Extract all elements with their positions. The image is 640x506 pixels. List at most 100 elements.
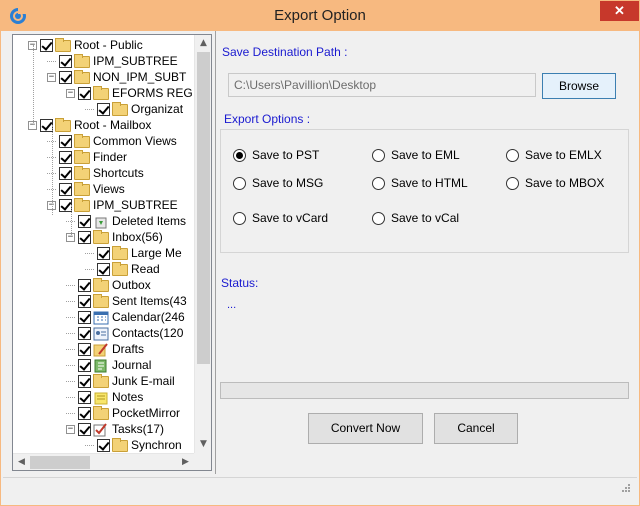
radio-label[interactable]: Save to vCard [252,211,328,225]
radio-label[interactable]: Save to MBOX [525,176,604,190]
tree-node[interactable]: Views [47,181,125,197]
node-checkbox[interactable] [78,310,91,324]
export-format-radio[interactable]: Save to MBOX [506,175,604,191]
tree-horizontal-scrollbar[interactable]: ◀ ▶ [13,453,194,470]
node-checkbox[interactable] [78,326,91,340]
convert-now-button[interactable]: Convert Now [308,413,423,444]
tree-node[interactable]: Deleted Items [66,213,186,229]
radio-button-icon[interactable] [372,211,385,225]
tree-node-label[interactable]: IPM_SUBTREE [93,197,178,213]
node-checkbox[interactable] [59,166,72,180]
tree-node-label[interactable]: Finder [93,149,127,165]
cancel-button[interactable]: Cancel [434,413,518,444]
tree-node-label[interactable]: Outbox [112,277,151,293]
tree-node-label[interactable]: Root - Mailbox [74,117,151,133]
collapse-toggle-icon[interactable]: − [47,72,56,82]
node-checkbox[interactable] [59,150,72,164]
tree-node[interactable]: − Tasks(17) [66,421,164,437]
scroll-right-arrow-icon[interactable]: ▶ [177,454,194,470]
tree-node[interactable]: − EFORMS REG [66,85,193,101]
tree-node[interactable]: Shortcuts [47,165,144,181]
tree-node-label[interactable]: Shortcuts [93,165,144,181]
tree-node-label[interactable]: Views [93,181,125,197]
tree-node[interactable]: Common Views [47,133,177,149]
tree-node-label[interactable]: Deleted Items [112,213,186,229]
radio-button-icon[interactable] [233,211,246,225]
scroll-down-arrow-icon[interactable]: ▼ [195,436,211,453]
tree-node-label[interactable]: Inbox(56) [112,229,163,245]
tree-node-label[interactable]: Read [131,261,160,277]
radio-button-icon[interactable] [506,176,519,190]
tree-node[interactable]: − Root - Mailbox [28,117,151,133]
tree-node-label[interactable]: Tasks(17) [112,421,164,437]
node-checkbox[interactable] [59,134,72,148]
tree-node-label[interactable]: Contacts(120 [112,325,183,341]
tree-node-label[interactable]: Sent Items(43 [112,293,187,309]
tree-node-label[interactable]: Journal [112,357,151,373]
node-checkbox[interactable] [59,70,72,84]
tree-node-label[interactable]: Notes [112,389,143,405]
node-checkbox[interactable] [97,262,110,276]
tree-node[interactable]: Calendar(246 [66,309,185,325]
node-checkbox[interactable] [59,182,72,196]
title-bar[interactable]: Export Option ✕ [1,1,639,31]
tree-node[interactable]: IPM_SUBTREE [47,53,178,69]
tree-node-label[interactable]: Synchron [131,437,182,453]
scroll-up-arrow-icon[interactable]: ▲ [195,35,211,52]
node-checkbox[interactable] [97,246,110,260]
tree-node[interactable]: Read [85,261,160,277]
node-checkbox[interactable] [40,38,53,52]
node-checkbox[interactable] [78,86,91,100]
collapse-toggle-icon[interactable]: − [66,88,75,98]
radio-button-icon[interactable] [233,148,246,162]
horizontal-scroll-thumb[interactable] [30,456,90,469]
export-format-radio[interactable]: Save to MSG [233,175,323,191]
radio-label[interactable]: Save to HTML [391,176,468,190]
radio-label[interactable]: Save to vCal [391,211,459,225]
tree-node[interactable]: Organizat [85,101,183,117]
tree-node[interactable]: Finder [47,149,127,165]
radio-label[interactable]: Save to EMLX [525,148,602,162]
tree-node-label[interactable]: IPM_SUBTREE [93,53,178,69]
close-button[interactable]: ✕ [600,1,639,21]
radio-label[interactable]: Save to MSG [252,176,323,190]
tree-node-label[interactable]: Drafts [112,341,144,357]
tree-node-label[interactable]: PocketMirror [112,405,180,421]
tree-node-label[interactable]: Organizat [131,101,183,117]
tree-node[interactable]: Journal [66,357,151,373]
radio-button-icon[interactable] [372,176,385,190]
tree-node[interactable]: Large Me [85,245,182,261]
tree-node-label[interactable]: Large Me [131,245,182,261]
tree-node[interactable]: PocketMirror [66,405,180,421]
tree-node[interactable]: Drafts [66,341,144,357]
node-checkbox[interactable] [78,294,91,308]
node-checkbox[interactable] [78,390,91,404]
node-checkbox[interactable] [78,214,91,228]
tree-node[interactable]: Outbox [66,277,151,293]
tree-node[interactable]: Notes [66,389,143,405]
node-checkbox[interactable] [97,438,110,452]
vertical-scroll-thumb[interactable] [197,52,210,364]
browse-button[interactable]: Browse [542,73,616,99]
export-format-radio[interactable]: Save to vCal [372,210,459,226]
tree-node-label[interactable]: Junk E-mail [112,373,175,389]
collapse-toggle-icon[interactable]: − [66,424,75,434]
tree-node[interactable]: Junk E-mail [66,373,175,389]
node-checkbox[interactable] [78,374,91,388]
tree-node-label[interactable]: Root - Public [74,37,143,53]
node-checkbox[interactable] [78,406,91,420]
panel-splitter[interactable] [215,31,216,474]
node-checkbox[interactable] [59,54,72,68]
export-format-radio[interactable]: Save to vCard [233,210,328,226]
folder-tree[interactable]: − Root - Public IPM_SUBTREE − NON_IPM_SUBT − E… [12,34,212,471]
export-format-radio[interactable]: Save to EMLX [506,147,602,163]
destination-path-field[interactable]: C:\Users\Pavillion\Desktop [228,73,536,97]
tree-node-label[interactable]: Calendar(246 [112,309,185,325]
node-checkbox[interactable] [78,278,91,292]
node-checkbox[interactable] [78,422,91,436]
tree-node[interactable]: − NON_IPM_SUBT [47,69,186,85]
tree-node[interactable]: − IPM_SUBTREE [47,197,178,213]
tree-node[interactable]: Sent Items(43 [66,293,187,309]
radio-label[interactable]: Save to PST [252,148,319,162]
export-format-radio[interactable]: Save to PST [233,147,319,163]
